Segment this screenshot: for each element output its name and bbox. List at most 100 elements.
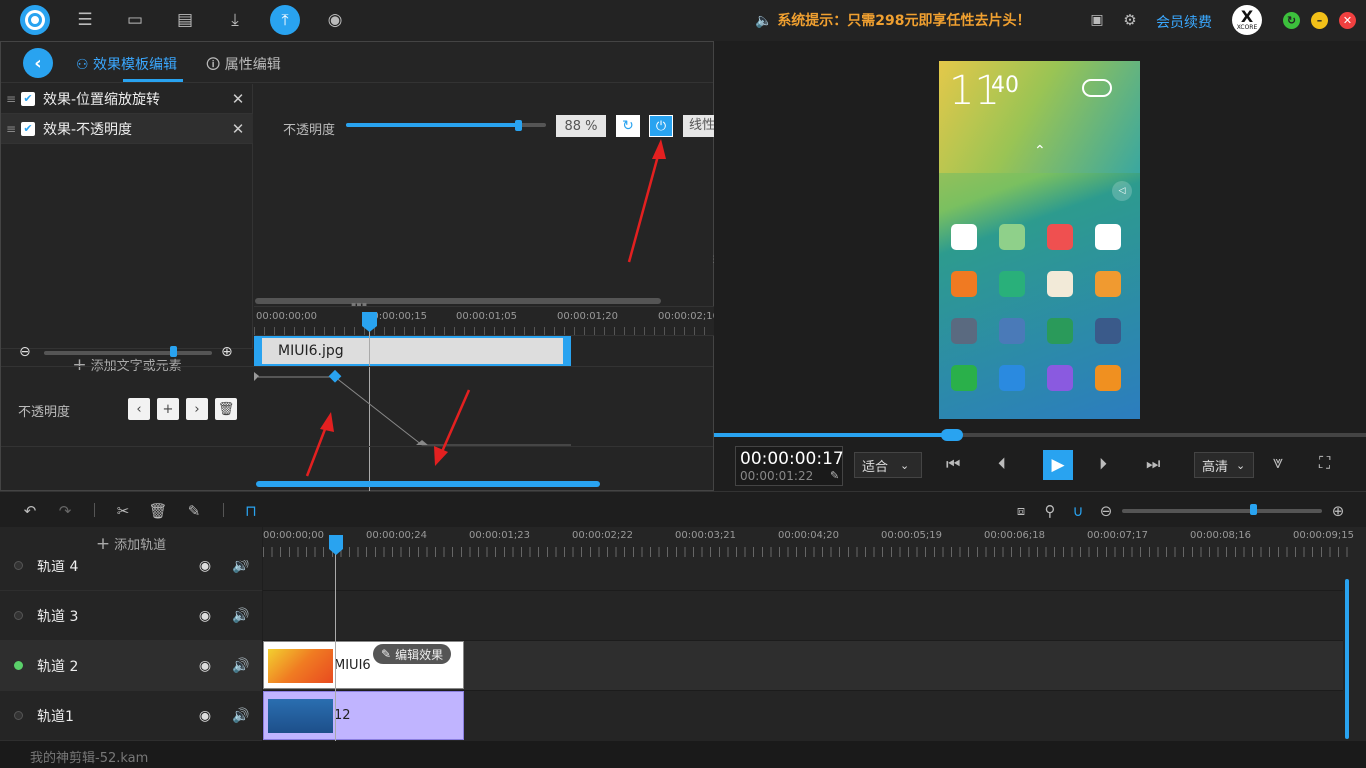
tab-property-edit[interactable]: 🛈 属性编辑: [206, 54, 281, 78]
timeline-clip-12[interactable]: 12: [263, 691, 464, 740]
ruler-label: 00:00:01;20: [557, 311, 619, 322]
preview-video-frame[interactable]: 11 40 ⌃ ◁: [939, 61, 1140, 419]
track-status-dot: [14, 711, 23, 720]
export-icon[interactable]: ⤒: [270, 5, 300, 35]
clip-thumbnail: [268, 649, 333, 683]
timeline-zoom-thumb[interactable]: [1250, 504, 1257, 515]
editor-ruler[interactable]: 00:00:00;00 00:00:00;15 00:00:01;05 00:0…: [254, 306, 719, 336]
new-project-icon[interactable]: ▭: [120, 5, 150, 35]
curve-type-button[interactable]: 线性: [683, 115, 714, 137]
user-avatar[interactable]: X XCORE: [1232, 5, 1262, 35]
zoom-in-icon[interactable]: ⊕: [221, 344, 233, 360]
restore-icon[interactable]: ↻: [1283, 12, 1300, 29]
split-marker-icon[interactable]: ⊓: [240, 500, 262, 522]
track-lane-3[interactable]: [263, 591, 1343, 641]
opacity-slider-thumb[interactable]: [515, 120, 522, 131]
trash-icon[interactable]: 🗑: [215, 398, 237, 420]
track-name: 轨道1: [37, 708, 74, 725]
keyframe-toggle-icon[interactable]: ⏻: [649, 115, 673, 137]
add-keyframe-icon[interactable]: +: [157, 398, 179, 420]
fullscreen-icon[interactable]: ⛶: [1319, 453, 1330, 473]
scissors-icon[interactable]: ✂: [112, 500, 134, 522]
next-frame-icon[interactable]: ⏵: [1099, 454, 1107, 474]
drag-handle-icon[interactable]: ≡: [1, 122, 21, 136]
close-icon[interactable]: ✕: [223, 90, 253, 108]
track-row-2[interactable]: 轨道 2 ◉ 🔊: [0, 641, 262, 691]
ruler-label: 00:00:07;17: [1087, 530, 1149, 541]
editor-clip[interactable]: MIUI6.jpg: [254, 336, 571, 366]
editor-zoom-thumb[interactable]: [170, 346, 177, 357]
edit-pencil-icon[interactable]: ✎: [830, 469, 839, 482]
timeline-zoom-slider[interactable]: [1122, 509, 1322, 513]
track-row-3[interactable]: 轨道 3 ◉ 🔊: [0, 591, 262, 641]
timeline-ruler[interactable]: 00:00:00;00 00:00:00;24 00:00:01;23 00:0…: [263, 527, 1354, 560]
editor-zoom-slider[interactable]: [44, 351, 212, 355]
skip-start-icon[interactable]: ⏮: [946, 454, 960, 474]
magnet-icon[interactable]: ∪: [1067, 500, 1089, 522]
track-lane-4[interactable]: [263, 560, 1343, 591]
tab-effect-template[interactable]: ⚇ 效果模板编辑: [76, 54, 177, 74]
app-logo[interactable]: [20, 5, 50, 35]
pencil-icon[interactable]: ✎: [183, 500, 205, 522]
minimize-icon[interactable]: –: [1311, 12, 1328, 29]
app-grid: [951, 224, 1131, 391]
ruler-label: 00:00:05;19: [881, 530, 943, 541]
fit-select[interactable]: 适合 ⌄: [854, 452, 922, 478]
close-icon[interactable]: ✕: [1339, 12, 1356, 29]
list-icon[interactable]: ☰: [70, 5, 100, 35]
speaker-icon[interactable]: 🔊: [223, 708, 259, 724]
active-tab-underline: [123, 79, 183, 82]
fit-timeline-icon[interactable]: ⧈: [1010, 500, 1032, 522]
divider: [94, 503, 95, 517]
trash-icon[interactable]: 🗑: [147, 500, 169, 522]
eye-icon[interactable]: ◉: [187, 708, 223, 724]
vip-renew-link[interactable]: 会员续费: [1156, 12, 1212, 32]
prev-keyframe-icon[interactable]: ‹: [128, 398, 150, 420]
effect-editor-panel: ‹ ⚇ 效果模板编辑 🛈 属性编辑 ≡ ✔ 效果-位置缩放旋转 ✕ ≡ ✔ 效果…: [0, 41, 719, 497]
edit-effect-badge[interactable]: ✎ 编辑效果: [373, 644, 452, 664]
save-icon[interactable]: ▤: [170, 5, 200, 35]
download-icon[interactable]: ⤓: [220, 5, 250, 35]
redo-icon[interactable]: ↷: [54, 500, 76, 522]
quality-select[interactable]: 高清 ⌄: [1194, 452, 1254, 478]
undo-icon[interactable]: ↶: [19, 500, 41, 522]
gear-icon[interactable]: ⚙: [1115, 5, 1145, 35]
effect-item-position[interactable]: ≡ ✔ 效果-位置缩放旋转 ✕: [1, 84, 253, 114]
timecode-display: 00:00:00:17 00:00:01:22 ✎: [735, 446, 844, 486]
eye-icon[interactable]: ◉: [187, 608, 223, 624]
track-row-1[interactable]: 轨道1 ◉ 🔊: [0, 691, 262, 741]
record-icon[interactable]: ◉: [320, 5, 350, 35]
editor-horizontal-scrollbar[interactable]: [256, 481, 600, 487]
effect-item-opacity[interactable]: ≡ ✔ 效果-不透明度 ✕: [1, 114, 253, 144]
browser-icon: [1047, 365, 1073, 391]
prev-frame-icon[interactable]: ⏴: [998, 454, 1006, 474]
system-notice[interactable]: 🔈 系统提示：只需298元即享任性去片头！: [755, 10, 1031, 30]
next-keyframe-icon[interactable]: ›: [186, 398, 208, 420]
checkbox[interactable]: ✔: [21, 121, 35, 136]
eye-icon[interactable]: ◉: [187, 658, 223, 674]
skip-end-icon[interactable]: ⏭: [1146, 454, 1160, 474]
speaker-icon[interactable]: 🔊: [223, 658, 259, 674]
reset-icon[interactable]: ↻: [616, 115, 640, 137]
back-button[interactable]: ‹: [23, 48, 53, 78]
speaker-icon[interactable]: 🔊: [223, 608, 259, 624]
collapse-icon[interactable]: ⩔: [1273, 452, 1283, 473]
preview-progress-thumb[interactable]: [941, 429, 963, 441]
clip-label: MIUI6: [334, 658, 371, 673]
checkbox[interactable]: ✔: [21, 91, 35, 106]
play-button[interactable]: ▶: [1043, 450, 1073, 480]
zoom-in-icon[interactable]: ⊕: [1327, 500, 1349, 522]
drag-handle-icon[interactable]: ≡: [1, 92, 21, 106]
close-icon[interactable]: ✕: [223, 120, 253, 138]
editor-tabbar: ‹ ⚇ 效果模板编辑 🛈 属性编辑: [1, 42, 713, 83]
timeline-vertical-scrollbar[interactable]: [1345, 579, 1349, 739]
add-track-button[interactable]: + 添加轨道: [0, 527, 262, 560]
zoom-out-icon[interactable]: ⊖: [19, 344, 31, 360]
marker-pin-icon[interactable]: ⚲: [1039, 500, 1061, 522]
zoom-out-icon[interactable]: ⊖: [1095, 500, 1117, 522]
message-icon[interactable]: ▣: [1082, 5, 1112, 35]
horizontal-scrollbar[interactable]: [255, 298, 661, 304]
preview-progress-bar[interactable]: [714, 433, 1366, 437]
opacity-value-field[interactable]: 88 %: [556, 115, 606, 137]
ruler-label: 00:00:04;20: [778, 530, 840, 541]
